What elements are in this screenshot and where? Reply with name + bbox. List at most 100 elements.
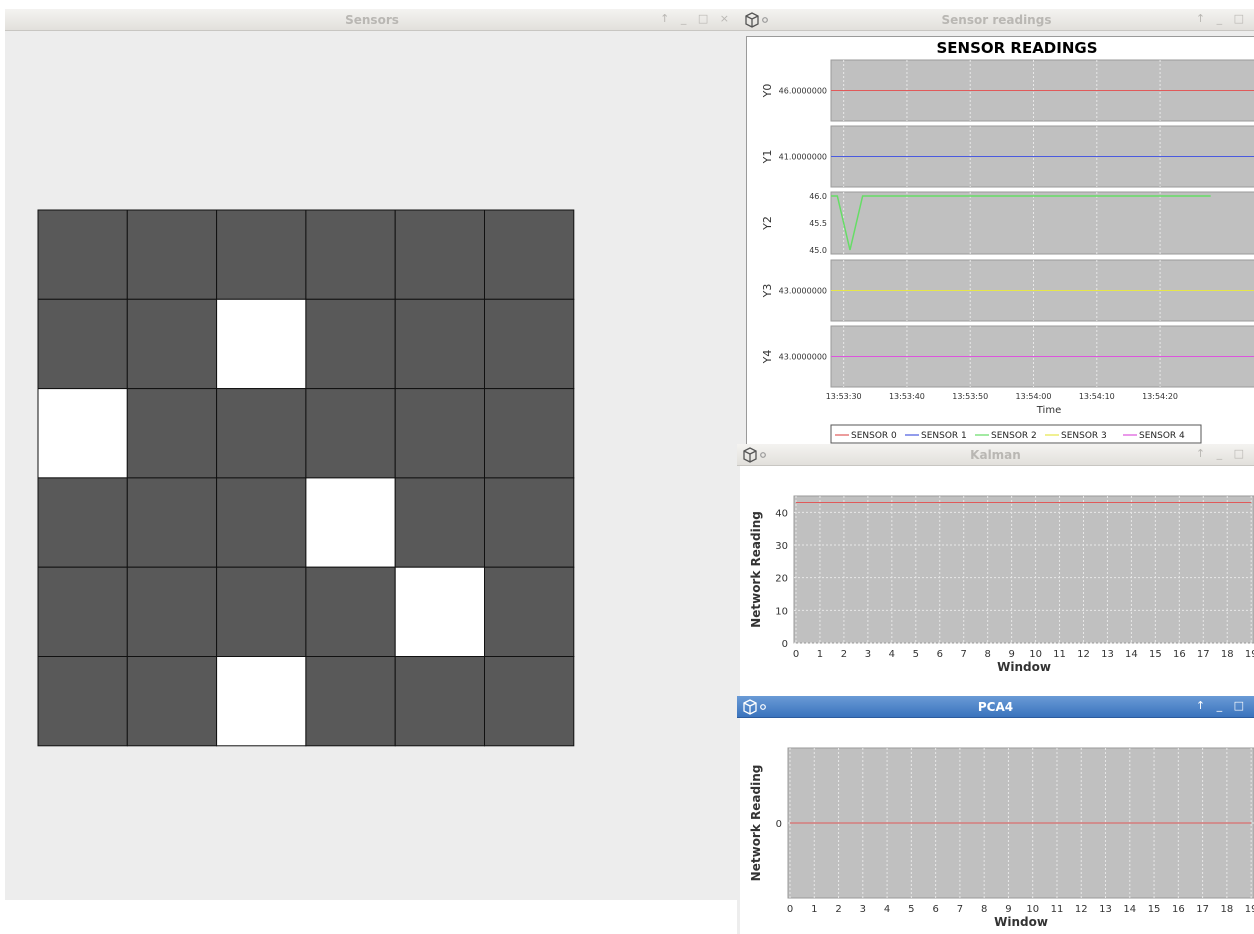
readings-titlebar[interactable]: Sensor readings ↑ _ □ [739, 9, 1254, 31]
x-tick-label: 9 [1008, 649, 1014, 660]
x-tick-label: 11 [1051, 904, 1064, 915]
x-tick-label: 1 [817, 649, 823, 660]
tick-label: 45.5 [809, 219, 827, 228]
sensor-cell [126, 209, 218, 300]
x-tick-label: 8 [984, 649, 990, 660]
sensors-window: Sensors ↑ _ □ × [5, 9, 739, 900]
sensor-cell-active [37, 388, 128, 479]
x-tick-label: 10 [1026, 904, 1039, 915]
sensor-cell [126, 388, 218, 479]
sensor-cell [126, 566, 218, 658]
kalman-window: Kalman ↑ _ □ 0 1 2 3 4 5 6 7 8 9 10 11 12 13 14 15 16 17 1… [737, 444, 1254, 696]
x-tick-label: 13:54:20 [1142, 392, 1178, 401]
x-tick-label: 13:53:40 [889, 392, 925, 401]
sensor-cell [37, 209, 128, 300]
x-tick-label: 18 [1221, 904, 1234, 915]
x-tick-label: 16 [1173, 649, 1186, 660]
sensor-cell [394, 209, 486, 300]
sensor-cell [305, 298, 396, 390]
tick-label: 43.0000000 [779, 287, 827, 296]
y-tick-label: 20 [775, 574, 788, 585]
x-tick-label: 3 [865, 649, 871, 660]
x-tick-label: 18 [1221, 649, 1234, 660]
legend-item: SENSOR 0 [851, 431, 897, 441]
kalman-titlebar[interactable]: Kalman ↑ _ □ [737, 444, 1254, 466]
axis-label: Y3 [761, 284, 774, 299]
x-tick-label: 19 [1245, 904, 1254, 915]
x-tick-label: 15 [1149, 649, 1162, 660]
x-tick-label: 13:54:00 [1016, 392, 1052, 401]
window-controls[interactable]: ↑ _ □ × [660, 12, 733, 25]
window-controls[interactable]: ↑ _ □ [1196, 699, 1248, 712]
y-tick-label: 0 [782, 639, 788, 650]
sensor-cell [484, 566, 575, 658]
x-tick-label: 13:54:10 [1079, 392, 1115, 401]
pca4-titlebar[interactable]: PCA4 ↑ _ □ [737, 696, 1254, 718]
x-tick-label: 2 [841, 649, 847, 660]
sensor-cell [37, 298, 128, 390]
x-axis-label: Window [997, 660, 1051, 674]
x-tick-label: 6 [932, 904, 938, 915]
kalman-chart: 012345678910111213141516171819010203040W… [749, 495, 1254, 674]
sensor-cell [216, 477, 307, 568]
tick-label: 46.0 [809, 192, 827, 201]
sensors-titlebar[interactable]: Sensors ↑ _ □ × [5, 9, 739, 31]
x-tick-label: 5 [913, 649, 919, 660]
window-controls[interactable]: ↑ _ □ [1196, 12, 1248, 25]
tick-label: 41.0000000 [779, 153, 827, 162]
x-tick-label: 4 [884, 904, 890, 915]
x-tick-label: 0 [787, 904, 793, 915]
x-tick-label: 13:53:30 [826, 392, 862, 401]
sensor-grid [37, 209, 575, 747]
plot-panel [830, 191, 1254, 255]
sensor-cell-active [216, 298, 307, 390]
x-tick-label: 17 [1196, 904, 1209, 915]
sensor-cell [126, 298, 218, 390]
sensor-readings-window: Sensor readings ↑ _ □ SENSOR READINGS Y0 4… [739, 9, 1254, 449]
x-tick-label: 6 [937, 649, 943, 660]
y-axis-label: Network Reading [749, 765, 763, 882]
x-tick-label: 13:53:50 [952, 392, 988, 401]
axis-label: Y0 [761, 84, 774, 99]
x-tick-label: 15 [1148, 904, 1161, 915]
axis-label: Y4 [761, 350, 774, 365]
y-tick-label: 10 [775, 606, 788, 617]
sensor-cell [394, 477, 486, 568]
window-controls[interactable]: ↑ _ □ [1196, 447, 1248, 460]
x-tick-label: 8 [981, 904, 987, 915]
tick-label: 45.0 [809, 246, 827, 255]
x-tick-label: 12 [1075, 904, 1088, 915]
sensor-cell [305, 388, 396, 479]
sensor-cell [305, 209, 396, 300]
sensor-cell [216, 566, 307, 658]
x-tick-label: 14 [1125, 649, 1138, 660]
window-title: Sensor readings [941, 13, 1052, 27]
sensor-cell-active [394, 566, 486, 658]
sensor-cell [37, 656, 128, 747]
sensor-cell [484, 298, 575, 390]
axis-label: Y2 [761, 216, 774, 231]
sensor-cell [394, 656, 486, 747]
legend-item: SENSOR 3 [1061, 431, 1107, 441]
x-tick-label: 12 [1077, 649, 1090, 660]
x-axis-label: Window [994, 915, 1048, 929]
pca4-window: PCA4 ↑ _ □ 0 1 2 3 4 5 6 7 8 9 10 11 12 13 14 15 16 17 18 1… [737, 696, 1254, 934]
sensor-cell [484, 209, 575, 300]
x-tick-label: 9 [1005, 904, 1011, 915]
y-tick-label: 40 [775, 508, 788, 519]
tick-label: 46.0000000 [779, 87, 827, 96]
sensor-cell [126, 477, 218, 568]
sensor-cell [216, 388, 307, 479]
pca4-chart: 0123456789101112131415161718190WindowNet… [749, 747, 1254, 929]
chart-title: SENSOR READINGS [936, 39, 1097, 57]
y-tick-label: 0 [776, 819, 782, 830]
window-title: Sensors [345, 13, 399, 27]
y-tick-label: 30 [775, 541, 788, 552]
sensor-cell [484, 656, 575, 747]
sensor-cell [394, 388, 486, 479]
sensor-cell [37, 566, 128, 658]
sensor-cell [394, 298, 486, 390]
x-tick-label: 0 [793, 649, 799, 660]
sensor-cell-active [305, 477, 396, 568]
plot-area [793, 495, 1254, 644]
